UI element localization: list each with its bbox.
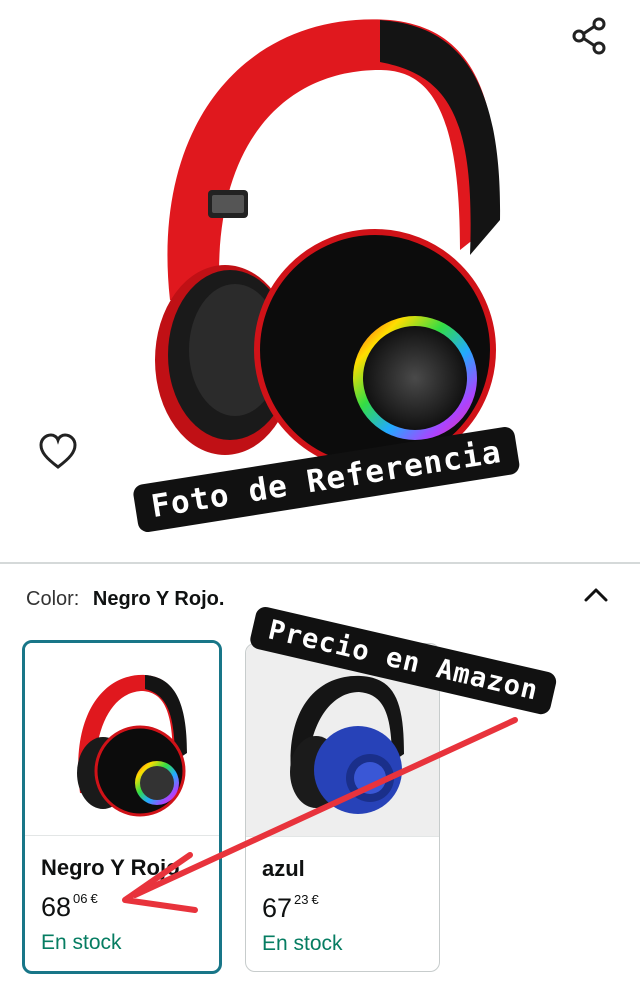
option-price: 68 06 € bbox=[41, 891, 98, 923]
price-whole: 67 bbox=[262, 893, 293, 923]
price-cents: 23 bbox=[294, 892, 309, 907]
price-currency: € bbox=[90, 891, 98, 906]
color-option-blue[interactable]: azul 67 23 € En stock bbox=[245, 643, 440, 972]
option-price: 67 23 € bbox=[262, 892, 319, 924]
option-name: Negro Y Rojo. bbox=[41, 855, 186, 880]
option-name: azul bbox=[262, 856, 305, 881]
price-whole: 68 bbox=[41, 892, 72, 922]
product-image[interactable] bbox=[130, 0, 520, 480]
price-currency: € bbox=[311, 892, 319, 907]
selected-color-value: Negro Y Rojo. bbox=[92, 588, 225, 610]
color-option-black-red[interactable]: Negro Y Rojo. 68 06 € En stock bbox=[22, 640, 222, 974]
option-stock-status: En stock bbox=[41, 931, 122, 954]
section-divider bbox=[0, 562, 640, 564]
swatch-image bbox=[25, 643, 219, 836]
chevron-up-icon[interactable] bbox=[578, 578, 614, 614]
color-label: Color: bbox=[26, 588, 80, 610]
option-stock-status: En stock bbox=[262, 932, 343, 955]
share-icon[interactable] bbox=[568, 14, 612, 58]
price-cents: 06 bbox=[73, 891, 88, 906]
color-variation-label: Color: Negro Y Rojo. bbox=[26, 588, 224, 611]
heart-outline-icon[interactable] bbox=[36, 430, 80, 474]
